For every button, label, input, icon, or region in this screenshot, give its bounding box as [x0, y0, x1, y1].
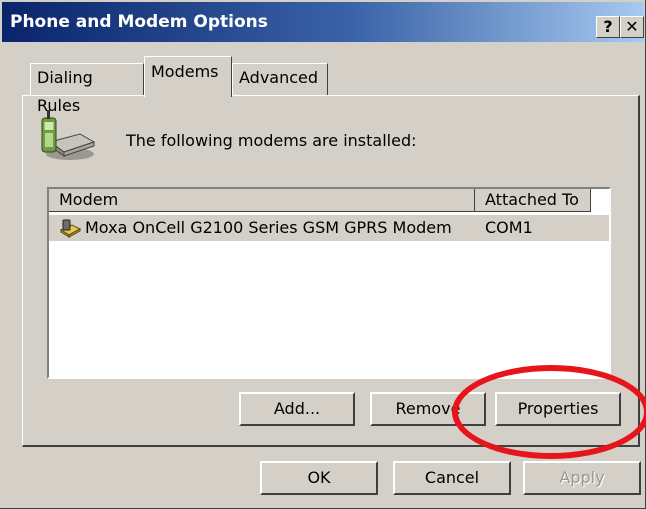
tab-dialing-rules[interactable]: Dialing Rules [30, 63, 144, 115]
red-highlight-ellipse [452, 365, 646, 459]
ok-button[interactable]: OK [260, 461, 378, 495]
close-button[interactable]: ✕ [620, 16, 644, 38]
modem-row[interactable]: Moxa OnCell G2100 Series GSM GPRS Modem … [49, 215, 609, 241]
phone-modem-options-dialog: Phone and Modem Options ? ✕ Dialing Rule… [0, 0, 646, 509]
modem-name: Moxa OnCell G2100 Series GSM GPRS Modem [85, 218, 452, 237]
modem-list[interactable]: Modem Attached To Moxa OnCell G2100 Seri… [47, 187, 611, 379]
modem-icon [59, 219, 81, 238]
help-button[interactable]: ? [596, 16, 620, 38]
cancel-button[interactable]: Cancel [393, 461, 511, 495]
modem-port: COM1 [485, 218, 533, 237]
title-bar[interactable]: Phone and Modem Options ? ✕ [2, 2, 644, 42]
add-button[interactable]: Add... [239, 392, 355, 426]
apply-button[interactable]: Apply [523, 461, 641, 495]
phone-modem-icon [41, 110, 96, 160]
window-title: Phone and Modem Options [10, 12, 268, 32]
tab-advanced[interactable]: Advanced [232, 63, 328, 95]
column-header-attached-to[interactable]: Attached To [475, 189, 591, 212]
tab-modems[interactable]: Modems [144, 56, 232, 97]
column-header-modem[interactable]: Modem [49, 189, 475, 212]
installed-modems-heading: The following modems are installed: [126, 131, 417, 150]
